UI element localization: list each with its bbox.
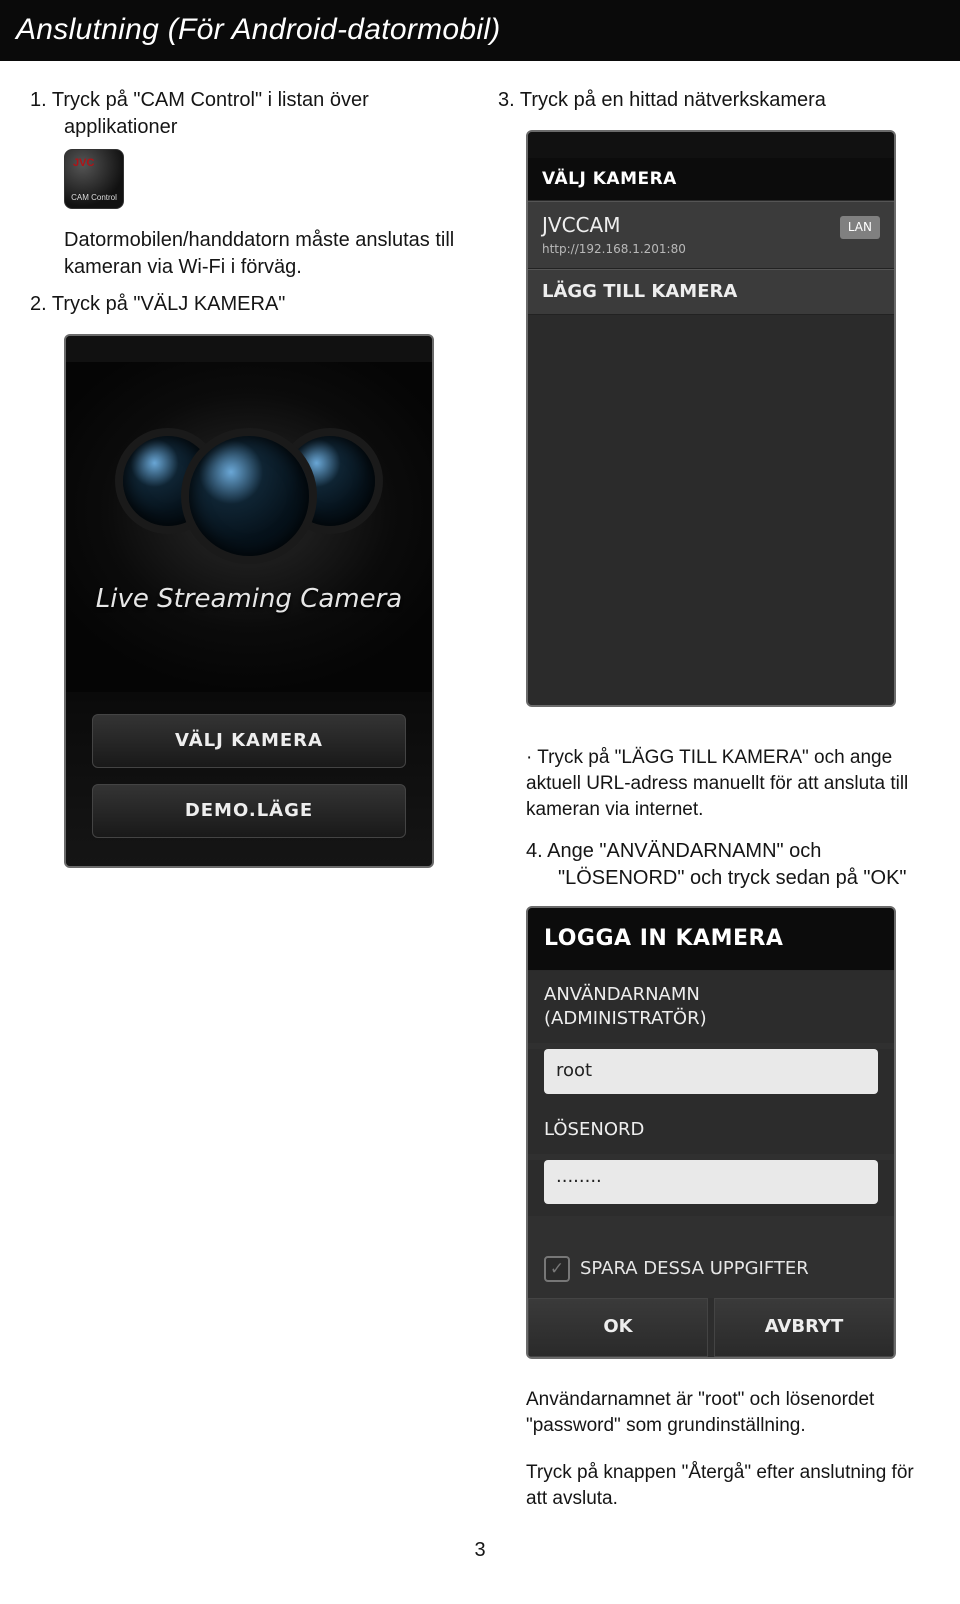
cancel-button[interactable]: AVBRYT	[714, 1298, 894, 1356]
step4-text: 4. Ange "ANVÄNDARNAMN" och "LÖSENORD" oc…	[558, 838, 930, 892]
step1-text: 1. Tryck på "CAM Control" i listan över …	[64, 87, 462, 141]
step3-text: 3. Tryck på en hittad nätverkskamera	[530, 87, 930, 114]
cam-control-icon: JVC CAM Control	[64, 149, 124, 209]
screenshot-live-streaming: Live Streaming Camera VÄLJ KAMERA DEMO.L…	[64, 334, 434, 869]
add-camera-row[interactable]: LÄGG TILL KAMERA	[528, 269, 894, 315]
camera-url: http://192.168.1.201:80	[542, 241, 880, 257]
brand-label: JVC	[73, 156, 94, 171]
empty-area	[528, 315, 894, 705]
password-label: LÖSENORD	[528, 1106, 894, 1154]
note-credentials: Användarnamnet är "root" och lösenordet …	[526, 1387, 930, 1438]
demo-mode-button[interactable]: DEMO.LÄGE	[92, 784, 406, 838]
password-field[interactable]: ········	[544, 1160, 878, 1204]
step2-text: 2. Tryck på "VÄLJ KAMERA"	[64, 291, 462, 318]
camera-list-item[interactable]: LAN JVCCAM http://192.168.1.201:80	[528, 201, 894, 268]
camera-lenses-graphic	[135, 436, 363, 556]
select-camera-button[interactable]: VÄLJ KAMERA	[92, 714, 406, 768]
screenshot-login: LOGGA IN KAMERA ANVÄNDARNAMN (ADMINISTRA…	[526, 906, 896, 1358]
save-label: SPARA DESSA UPPGIFTER	[580, 1257, 809, 1281]
note-connect: Datormobilen/handdatorn måste anslutas t…	[64, 227, 462, 281]
lan-badge: LAN	[840, 216, 880, 238]
screenshot-select-camera: VÄLJ KAMERA LAN JVCCAM http://192.168.1.…	[526, 130, 896, 707]
camera-name: JVCCAM	[542, 212, 880, 239]
username-label: ANVÄNDARNAMN (ADMINISTRATÖR)	[528, 971, 894, 1044]
ok-button[interactable]: OK	[528, 1298, 708, 1356]
appicon-label: CAM Control	[71, 193, 117, 204]
login-title: LOGGA IN KAMERA	[528, 908, 894, 971]
username-field[interactable]: root	[544, 1049, 878, 1093]
save-checkbox[interactable]: ✓	[544, 1256, 570, 1282]
bullet-add-camera: · Tryck på "LÄGG TILL KAMERA" och ange a…	[526, 745, 930, 822]
status-bar	[528, 132, 894, 158]
page-title: Anslutning (För Android-datormobil)	[0, 0, 960, 61]
hero-title: Live Streaming Camera	[96, 582, 403, 617]
note-exit: Tryck på knappen "Återgå" efter anslutni…	[526, 1460, 930, 1511]
status-bar	[66, 336, 432, 362]
page-number: 3	[0, 1537, 960, 1564]
screen-title: VÄLJ KAMERA	[528, 158, 894, 202]
